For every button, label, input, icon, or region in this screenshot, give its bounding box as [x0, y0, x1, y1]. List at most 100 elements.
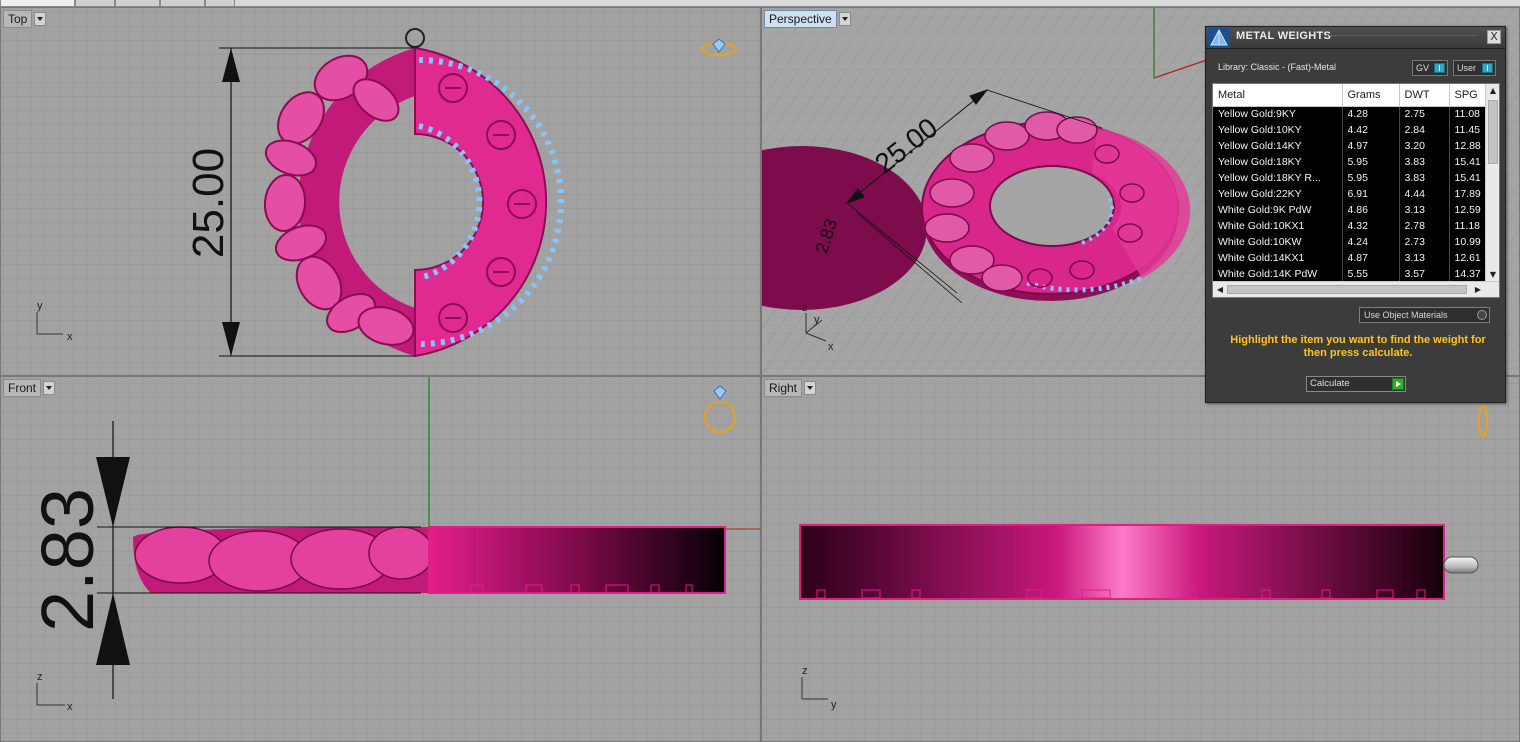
front-axis-z: z [37, 671, 43, 683]
perspective-viewport-label[interactable]: Perspective [764, 9, 837, 28]
table-row[interactable]: Yellow Gold:18KY 5.95 3.83 15.41 [1213, 154, 1490, 170]
chevron-down-icon[interactable] [838, 11, 851, 26]
tab-right[interactable] [160, 0, 205, 6]
user-toggle[interactable]: User [1453, 60, 1496, 76]
table-cell: White Gold:14KX1 [1213, 250, 1343, 266]
right-viewport-title[interactable]: Right [764, 378, 817, 397]
metal-table[interactable]: Metal Grams DWT SPG Yellow Gold:9KY 4.28 2… [1212, 83, 1500, 298]
use-object-materials-toggle[interactable]: Use Object Materials [1359, 307, 1490, 323]
perspective-axis-x: x [828, 341, 834, 353]
scroll-up-icon[interactable]: ▲ [1488, 86, 1498, 96]
table-row[interactable]: Yellow Gold:10KY 4.42 2.84 11.45 [1213, 122, 1490, 138]
table-cell: 5.55 [1342, 266, 1400, 282]
close-icon[interactable]: X [1487, 30, 1501, 44]
right-axis-y: y [831, 699, 837, 711]
table-row[interactable]: White Gold:10KW 4.24 2.73 10.99 [1213, 234, 1490, 250]
table-cell: 4.97 [1342, 138, 1400, 154]
table-cell: White Gold:14K PdW [1213, 266, 1343, 282]
titlebar-grip [1326, 35, 1476, 36]
table-cell: 5.95 [1342, 170, 1400, 186]
viewport-front[interactable]: 2.83 x z Front [0, 376, 761, 742]
top-grid: 25.00 x y [1, 8, 760, 375]
perspective-viewport-title[interactable]: Perspective [764, 9, 851, 28]
calculate-button[interactable]: Calculate [1306, 376, 1406, 392]
metal-weights-panel: METAL WEIGHTS X Library: Classic - (Fast… [1205, 26, 1506, 403]
table-cell: 4.42 [1342, 122, 1400, 138]
table-cell: 11.45 [1449, 122, 1490, 138]
column-header-dwt[interactable]: DWT [1399, 84, 1450, 107]
table-cell: 4.32 [1342, 218, 1400, 234]
table-cell: White Gold:10KW [1213, 234, 1343, 250]
table-cell: 4.86 [1342, 202, 1400, 218]
right-model [799, 524, 1479, 600]
tab-perspective[interactable] [75, 0, 115, 6]
table-row[interactable]: Yellow Gold:9KY 4.28 2.75 11.08 [1213, 106, 1490, 122]
front-viewport-label[interactable]: Front [3, 378, 42, 397]
table-cell: 12.61 [1449, 250, 1490, 266]
table-cell: Yellow Gold:18KY [1213, 154, 1343, 170]
column-header-grams[interactable]: Grams [1342, 84, 1400, 107]
table-header: Metal Grams DWT SPG [1213, 84, 1490, 107]
toggle-icon [1434, 63, 1445, 73]
table-cell: 4.28 [1342, 106, 1400, 122]
table-cell: 2.84 [1399, 122, 1450, 138]
table-cell: 4.87 [1342, 250, 1400, 266]
top-axis-y: y [37, 300, 43, 312]
table-vertical-scrollbar[interactable]: ▲ ▼ [1485, 84, 1499, 282]
scroll-right-icon[interactable]: ▶ [1473, 284, 1483, 295]
scroll-thumb[interactable] [1488, 100, 1498, 164]
table-cell: 10.99 [1449, 234, 1490, 250]
viewport-right[interactable]: y z Right [761, 376, 1520, 742]
table-cell: 2.78 [1399, 218, 1450, 234]
tab-top[interactable] [0, 0, 75, 6]
table-row[interactable]: Yellow Gold:14KY 4.97 3.20 12.88 [1213, 138, 1490, 154]
user-toggle-label: User [1457, 63, 1477, 73]
instruction-text: Highlight the item you want to find the … [1230, 334, 1486, 359]
radio-icon[interactable] [1477, 310, 1487, 320]
table-cell: 3.13 [1399, 202, 1450, 218]
table-cell: Yellow Gold:22KY [1213, 186, 1343, 202]
top-viewport-title[interactable]: Top [3, 9, 47, 28]
right-viewport-label[interactable]: Right [764, 378, 803, 397]
table-cell: 4.44 [1399, 186, 1450, 202]
table-cell: 6.91 [1342, 186, 1400, 202]
table-cell: 11.18 [1449, 218, 1490, 234]
table-cell: Yellow Gold:18KY R... [1213, 170, 1343, 186]
table-cell: 17.89 [1449, 186, 1490, 202]
gv-toggle[interactable]: GV [1412, 60, 1448, 76]
viewport-top[interactable]: 25.00 x y Top [0, 7, 761, 376]
scroll-left-icon[interactable]: ◀ [1215, 284, 1225, 295]
table-cell: Yellow Gold:10KY [1213, 122, 1343, 138]
table-row[interactable]: White Gold:14K PdW 5.55 3.57 14.37 [1213, 266, 1490, 282]
column-header-spg[interactable]: SPG [1449, 84, 1490, 107]
library-label: Library: Classic - (Fast)-Metal [1218, 62, 1337, 72]
table-cell: White Gold:9K PdW [1213, 202, 1343, 218]
table-row[interactable]: Yellow Gold:18KY R... 5.95 3.83 15.41 [1213, 170, 1490, 186]
front-viewport-title[interactable]: Front [3, 378, 56, 397]
metal-weights-title: METAL WEIGHTS [1236, 30, 1332, 42]
calculate-label: Calculate [1310, 378, 1350, 389]
front-axis-x: x [67, 701, 73, 713]
table-cell: 5.95 [1342, 154, 1400, 170]
table-horizontal-scrollbar[interactable]: ◀ ▶ [1213, 281, 1499, 297]
top-axis-x: x [67, 331, 73, 343]
front-model [133, 526, 726, 594]
tab-add[interactable] [205, 0, 235, 6]
scroll-thumb[interactable] [1227, 285, 1467, 294]
column-header-metal[interactable]: Metal [1213, 84, 1343, 107]
front-dimension-label: 2.83 [26, 488, 109, 632]
table-row[interactable]: White Gold:9K PdW 4.86 3.13 12.59 [1213, 202, 1490, 218]
calculate-go-icon[interactable] [1392, 378, 1404, 390]
chevron-down-icon[interactable] [43, 380, 56, 395]
tab-front[interactable] [115, 0, 160, 6]
metal-weights-titlebar[interactable]: METAL WEIGHTS X [1206, 27, 1505, 49]
table-row[interactable]: Yellow Gold:22KY 6.91 4.44 17.89 [1213, 186, 1490, 202]
chevron-down-icon[interactable] [34, 11, 47, 26]
table-row[interactable]: White Gold:10KX1 4.32 2.78 11.18 [1213, 218, 1490, 234]
perspective-axis-y: y [814, 314, 820, 326]
table-row[interactable]: White Gold:14KX1 4.87 3.13 12.61 [1213, 250, 1490, 266]
top-viewport-label[interactable]: Top [3, 9, 33, 28]
use-object-materials-label: Use Object Materials [1364, 310, 1448, 320]
chevron-down-icon[interactable] [804, 380, 817, 395]
scroll-down-icon[interactable]: ▼ [1488, 270, 1498, 280]
